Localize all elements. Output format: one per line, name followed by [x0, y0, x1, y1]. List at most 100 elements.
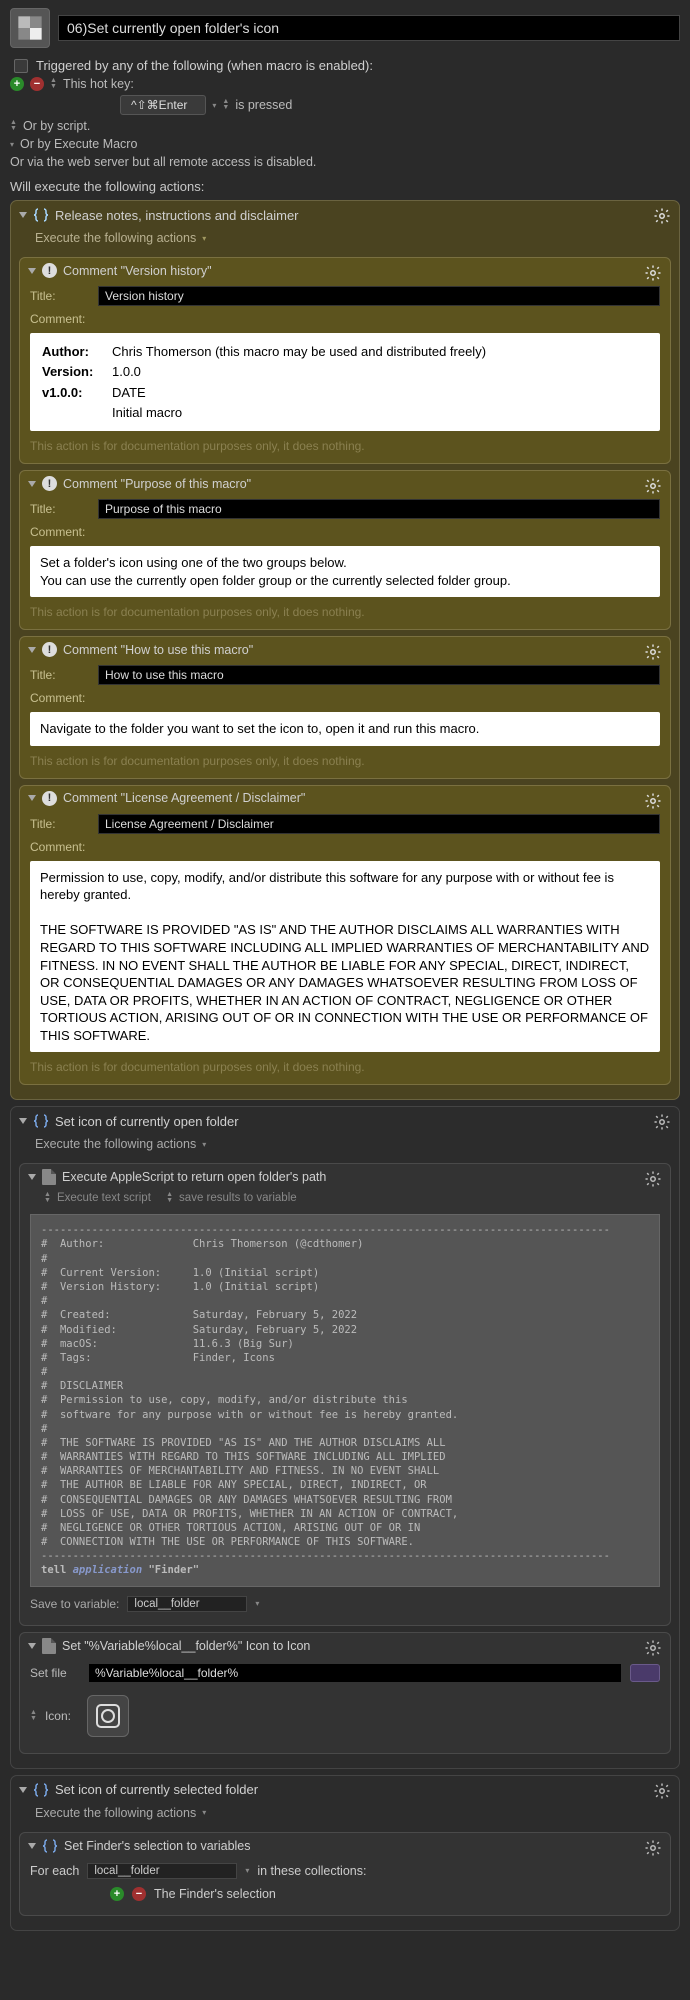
gear-icon[interactable]	[644, 1639, 662, 1657]
updown-icon[interactable]: ▲▼	[166, 1192, 173, 1204]
disclosure-icon[interactable]	[19, 1118, 27, 1124]
comment-body[interactable]: Navigate to the folder you want to set t…	[30, 712, 660, 746]
gear-icon[interactable]	[644, 477, 662, 495]
icon-preview[interactable]	[87, 1695, 129, 1737]
title-label: Title:	[30, 502, 90, 516]
action-title: Comment "Version history"	[63, 264, 212, 278]
group-header[interactable]: Set icon of currently selected folder	[11, 1776, 679, 1804]
gear-icon[interactable]	[653, 1782, 671, 1800]
gear-icon[interactable]	[644, 264, 662, 282]
or-web-label: Or via the web server but all remote acc…	[10, 155, 316, 169]
disclosure-icon[interactable]	[19, 212, 27, 218]
disclosure-icon[interactable]	[19, 1787, 27, 1793]
title-label: Title:	[30, 817, 90, 831]
group-title: Release notes, instructions and disclaim…	[55, 208, 299, 223]
or-script-line: ▲▼ Or by script.	[10, 119, 680, 133]
action-header[interactable]: !Comment "License Agreement / Disclaimer…	[20, 786, 670, 811]
comment-body[interactable]: Permission to use, copy, modify, and/or …	[30, 861, 660, 1052]
selection-label: The Finder's selection	[154, 1887, 276, 1901]
disclosure-icon[interactable]	[28, 1643, 36, 1649]
remove-collection-icon[interactable]: −	[132, 1887, 146, 1901]
title-input[interactable]: Purpose of this macro	[98, 499, 660, 519]
comment-label-row: Comment:	[20, 688, 670, 708]
group-set-icon-open: Set icon of currently open folder Execut…	[10, 1106, 680, 1768]
action-execute-applescript: Execute AppleScript to return open folde…	[19, 1163, 671, 1625]
action-header[interactable]: Set Finder's selection to variables	[20, 1833, 670, 1859]
action-header[interactable]: Execute AppleScript to return open folde…	[20, 1164, 670, 1190]
action-footnote: This action is for documentation purpose…	[20, 433, 670, 455]
file-chooser-button[interactable]	[630, 1664, 660, 1682]
gear-icon[interactable]	[644, 1170, 662, 1188]
braces-icon	[33, 207, 49, 223]
updown-icon[interactable]: ▲▼	[222, 99, 229, 111]
comment-label-row: Comment:	[20, 522, 670, 542]
disclosure-icon[interactable]	[28, 795, 36, 801]
foreach-variable-select[interactable]: local__folder	[87, 1863, 237, 1879]
hotkey-label: This hot key:	[63, 77, 134, 91]
group-title: Set icon of currently open folder	[55, 1114, 239, 1129]
macro-title-input[interactable]: 06)Set currently open folder's icon	[58, 15, 680, 41]
hotkey-input[interactable]: ^⇧⌘Enter	[120, 95, 206, 115]
disclosure-icon[interactable]	[28, 268, 36, 274]
setfile-label: Set file	[30, 1666, 80, 1680]
action-header[interactable]: Set "%Variable%local__folder%" Icon to I…	[20, 1633, 670, 1659]
action-footnote: This action is for documentation purpose…	[20, 748, 670, 770]
comment-label: Comment:	[30, 840, 90, 854]
braces-icon	[42, 1838, 58, 1854]
group-header[interactable]: Set icon of currently open folder	[11, 1107, 679, 1135]
trigger-enabled-checkbox[interactable]	[14, 59, 28, 73]
title-row: Title: Version history	[20, 283, 670, 309]
action-title: Comment "Purpose of this macro"	[63, 477, 251, 491]
file-path-input[interactable]: %Variable%local__folder%	[88, 1663, 622, 1683]
group-subhead: Execute the following actions ▾	[11, 1804, 679, 1826]
action-header[interactable]: !Comment "Purpose of this macro"	[20, 471, 670, 496]
updown-icon[interactable]: ▲▼	[50, 78, 57, 90]
group-set-icon-selected: Set icon of currently selected folder Ex…	[10, 1775, 680, 1931]
hotkey-value-line: ^⇧⌘Enter ▾ ▲▼ is pressed	[120, 95, 680, 115]
action-footnote: This action is for documentation purpose…	[20, 1054, 670, 1076]
applescript-code[interactable]: ----------------------------------------…	[30, 1214, 660, 1586]
comment-body[interactable]: Set a folder's icon using one of the two…	[30, 546, 660, 597]
action-header[interactable]: ! Comment "Version history"	[20, 258, 670, 283]
updown-icon[interactable]: ▲▼	[44, 1192, 51, 1204]
gear-icon[interactable]	[644, 792, 662, 810]
title-label: Title:	[30, 668, 90, 682]
title-input[interactable]: How to use this macro	[98, 665, 660, 685]
disclosure-icon[interactable]	[28, 647, 36, 653]
comment-body[interactable]: Author:Chris Thomerson (this macro may b…	[30, 333, 660, 431]
comment-icon: !	[42, 642, 57, 657]
disclosure-icon[interactable]	[28, 1174, 36, 1180]
group-release-notes: Release notes, instructions and disclaim…	[10, 200, 680, 1100]
comment-label: Comment:	[30, 525, 90, 539]
group-header[interactable]: Release notes, instructions and disclaim…	[11, 201, 679, 229]
or-script-label: Or by script.	[23, 119, 90, 133]
disclosure-icon[interactable]	[28, 1843, 36, 1849]
braces-icon	[33, 1782, 49, 1798]
variable-select[interactable]: local__folder	[127, 1596, 247, 1612]
save-to-variable-row: Save to variable: local__folder ▾	[20, 1591, 670, 1617]
comment-icon: !	[42, 263, 57, 278]
action-comment: !Comment "How to use this macro" Title: Ho…	[19, 636, 671, 779]
icon-label: Icon:	[45, 1709, 79, 1723]
subhead-text: Execute the following actions	[35, 1137, 196, 1151]
script-icon	[42, 1169, 56, 1185]
title-row: Title: License Agreement / Disclaimer	[20, 811, 670, 837]
action-header[interactable]: !Comment "How to use this macro"	[20, 637, 670, 662]
title-label: Title:	[30, 289, 90, 303]
updown-icon[interactable]: ▲▼	[30, 1710, 37, 1722]
disclosure-icon[interactable]	[28, 481, 36, 487]
gear-icon[interactable]	[653, 207, 671, 225]
title-input[interactable]: License Agreement / Disclaimer	[98, 814, 660, 834]
or-execute-label: Or by Execute Macro	[20, 137, 137, 151]
remove-trigger-icon[interactable]: −	[30, 77, 44, 91]
updown-icon[interactable]: ▲▼	[10, 120, 17, 132]
add-trigger-icon[interactable]: +	[10, 77, 24, 91]
comment-icon: !	[42, 791, 57, 806]
gear-icon[interactable]	[644, 643, 662, 661]
add-collection-icon[interactable]: +	[110, 1887, 124, 1901]
gear-icon[interactable]	[653, 1113, 671, 1131]
action-comment: ! Comment "Version history" Title: Version …	[19, 257, 671, 464]
title-input[interactable]: Version history	[98, 286, 660, 306]
gear-icon[interactable]	[644, 1839, 662, 1857]
trigger-label: Triggered by any of the following (when …	[36, 58, 373, 73]
